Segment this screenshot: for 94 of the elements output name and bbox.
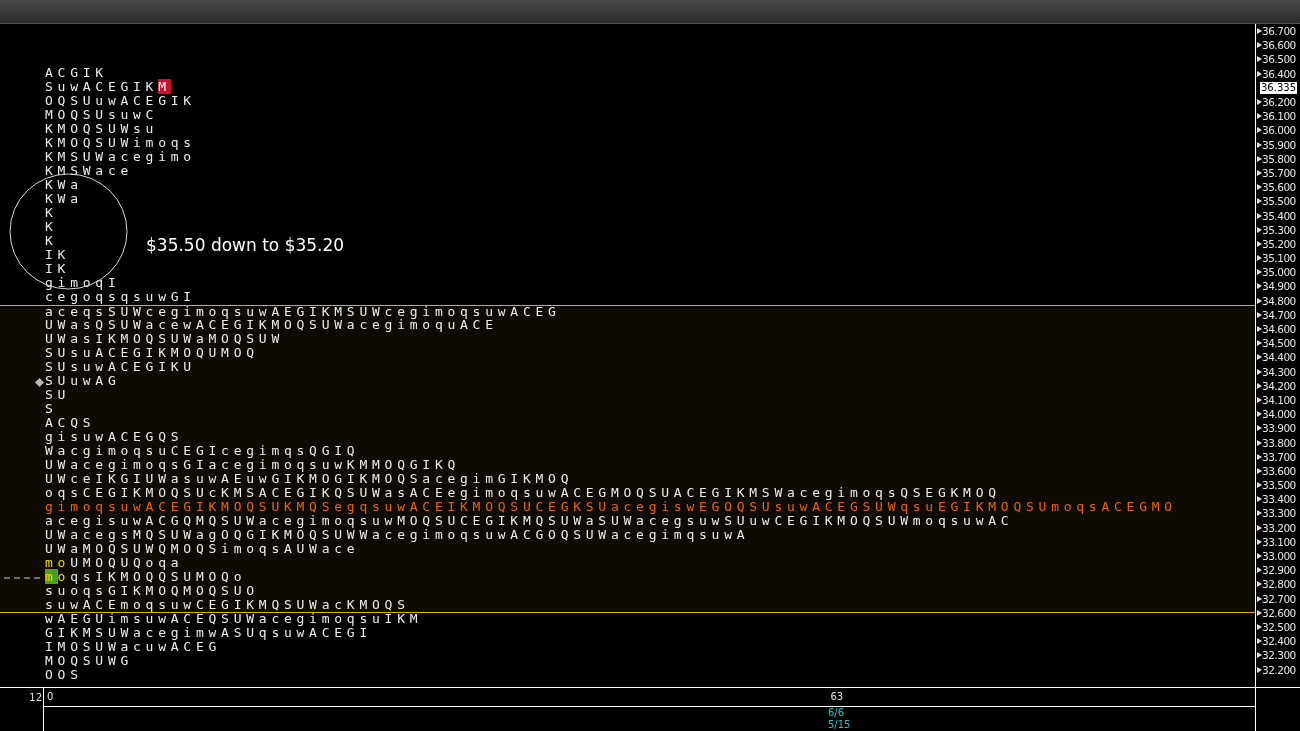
tpo-row-text: KMSUWacegimo: [45, 149, 196, 165]
price-label: 35.000: [1262, 266, 1296, 279]
price-label: 33.700: [1262, 450, 1296, 463]
tpo-row-text: SuwACEGIK M: [45, 79, 171, 95]
tpo-row-text: MOQSUsuwC: [45, 107, 159, 123]
axis-label: 0: [47, 690, 54, 704]
price-label: 34.700: [1262, 308, 1296, 321]
date-label: 6/6: [828, 707, 845, 719]
tpo-row-text: OQSUuwACEGIK: [45, 93, 196, 109]
tpo-row-text: SUsuwACEGIKU: [45, 359, 196, 375]
tpo-row-text: SUsuACEGIKMOQUMOQ: [45, 345, 259, 361]
price-label: 35.500: [1262, 195, 1296, 208]
tpo-row-text: wAEGUimsuwACEQSUWacegimoqsuIKM: [45, 611, 423, 627]
price-label: 36.500: [1262, 53, 1296, 66]
tpo-row-text: K: [45, 219, 58, 235]
price-label: 36.100: [1262, 110, 1296, 123]
date-label: 5/15: [828, 719, 851, 731]
price-label: 34.600: [1262, 323, 1296, 336]
price-label: 35.600: [1262, 181, 1296, 194]
price-label: 32.700: [1262, 592, 1296, 605]
price-label: 34.500: [1262, 337, 1296, 350]
price-label: 36.700: [1262, 25, 1296, 38]
price-label: 32.400: [1262, 635, 1296, 648]
tpo-row-text: K: [45, 233, 58, 249]
tpo-row-text: OOS: [45, 667, 83, 683]
tpo-row-text: WacgimoqsuCEGIcegimqsQGIQ: [45, 443, 360, 459]
tpo-row-text: gimoqsuwACEGIKMOQSUKMQSegqsuwACEIKMOQSUCEGKSUacegiswEGOQSUsuwACEGSUWqsuEGIKMOQSUmoqsACEGMO: [45, 499, 1177, 515]
current-price-label: 36.335: [1259, 80, 1298, 95]
price-label: 33.800: [1262, 436, 1296, 449]
tpo-row-text: IK: [45, 247, 71, 263]
price-label: 34.100: [1262, 393, 1296, 406]
price-label: 33.200: [1262, 521, 1296, 534]
tpo-row-text: SU: [45, 387, 71, 403]
tpo-row-text: mo UMOQUQoqa: [45, 555, 184, 571]
price-label: 33.100: [1262, 535, 1296, 548]
tpo-row-text: gisuwACEGQS: [45, 429, 184, 445]
tpo-row-text: oqsCEGIKMOQSUcKMSACEGIKQSUWasACEegimoqsuwACEGMOQSUACEGIKMSWacegimoqsQSEGKMOQ: [45, 485, 1001, 501]
tpo-row-text: cegoqsqsuwGI: [45, 289, 196, 305]
price-label: 35.400: [1262, 209, 1296, 222]
tpo-row-text: SUuwAG: [45, 373, 121, 389]
tpo-row-text: UWasIKMOQSUWaMOQSUW: [45, 331, 284, 347]
price-label: 34.800: [1262, 294, 1296, 307]
tpo-row-text: KWa: [45, 177, 83, 193]
tpo-row-text: MOQSUWG: [45, 653, 134, 669]
tpo-row-text: UWaMOQSUWQMOQSimoqsAUWace: [45, 541, 360, 557]
price-label: 36.600: [1262, 39, 1296, 52]
tpo-row-text: suoqsGIKMOQMOQSUO: [45, 583, 259, 599]
price-label: 33.000: [1262, 550, 1296, 563]
price-label: 35.100: [1262, 252, 1296, 265]
price-label: 36.000: [1262, 124, 1296, 137]
tpo-row-text: K: [45, 205, 58, 221]
price-label: 32.200: [1262, 663, 1296, 676]
price-label: 33.600: [1262, 464, 1296, 477]
price-label: 35.900: [1262, 138, 1296, 151]
price-label: 32.500: [1262, 620, 1296, 633]
tpo-row-text: IK: [45, 261, 71, 277]
tpo-row-text: UWacegsMQSUWagOQGIKMOQSUWWacegimoqsuwACGOQSUWacegimqsuwA: [45, 527, 750, 543]
tpo-row-text: m o qsIKMOQQSUMOQo: [45, 569, 247, 585]
price-label: 34.300: [1262, 365, 1296, 378]
price-label: 33.400: [1262, 493, 1296, 506]
price-label: 32.600: [1262, 606, 1296, 619]
price-label: 35.300: [1262, 223, 1296, 236]
tpo-row-text: suwACEmoqsuwCEGIKMQSUWacKMOQS: [45, 597, 410, 613]
price-label: 32.300: [1262, 649, 1296, 662]
axis-label: 12: [29, 691, 42, 705]
price-label: 36.400: [1262, 67, 1296, 80]
price-label: 34.200: [1262, 379, 1296, 392]
tpo-row-text: ACQS: [45, 415, 96, 431]
price-label: 36.200: [1262, 96, 1296, 109]
tpo-row-text: UWceIKGIUWasuwAEuwGIKMOGIKMOQSacegimGIKMOQ: [45, 471, 574, 487]
price-label: 32.800: [1262, 578, 1296, 591]
price-label: 34.000: [1262, 408, 1296, 421]
axis-label: 63: [830, 690, 844, 704]
price-label: 32.900: [1262, 564, 1296, 577]
tpo-row-text: UWacegimoqsGIacegimoqsuwKMMOQGIKQ: [45, 457, 461, 473]
price-label: 34.400: [1262, 351, 1296, 364]
tpo-row-text: IMOSUWacuwACEG: [45, 639, 222, 655]
tpo-row-text: KWa: [45, 191, 83, 207]
price-label: 35.700: [1262, 166, 1296, 179]
price-label: 33.900: [1262, 422, 1296, 435]
annotation-text: $35.50 down to $35.20: [146, 234, 345, 257]
tpo-row-text: KMOQSUWsu: [45, 121, 159, 137]
price-label: 34.900: [1262, 280, 1296, 293]
tpo-row-text: GIKMSUWacegimwASUqsuwACEGI: [45, 625, 372, 641]
price-label: 35.800: [1262, 152, 1296, 165]
price-label: 35.200: [1262, 237, 1296, 250]
tpo-row-text: ACGIK: [45, 65, 108, 81]
tpo-row-text: KMOQSUWimoqs: [45, 135, 196, 151]
price-label: 33.300: [1262, 507, 1296, 520]
tpo-row-text: aceqsSUWcegimoqsuwAEGIKMSUWcegimoqsuwACEG: [45, 304, 561, 319]
price-label: 33.500: [1262, 479, 1296, 492]
tpo-row-text: KMSWace: [45, 163, 134, 179]
tpo-row-text: S: [45, 401, 58, 417]
tpo-row-text: acegisuwACGQMQSUWacegimoqsuwMOQSUCEGIKMQSUWaSUWacegsuwSUuwCEGIKMOQSUWmoqsuwAC: [45, 513, 1014, 529]
